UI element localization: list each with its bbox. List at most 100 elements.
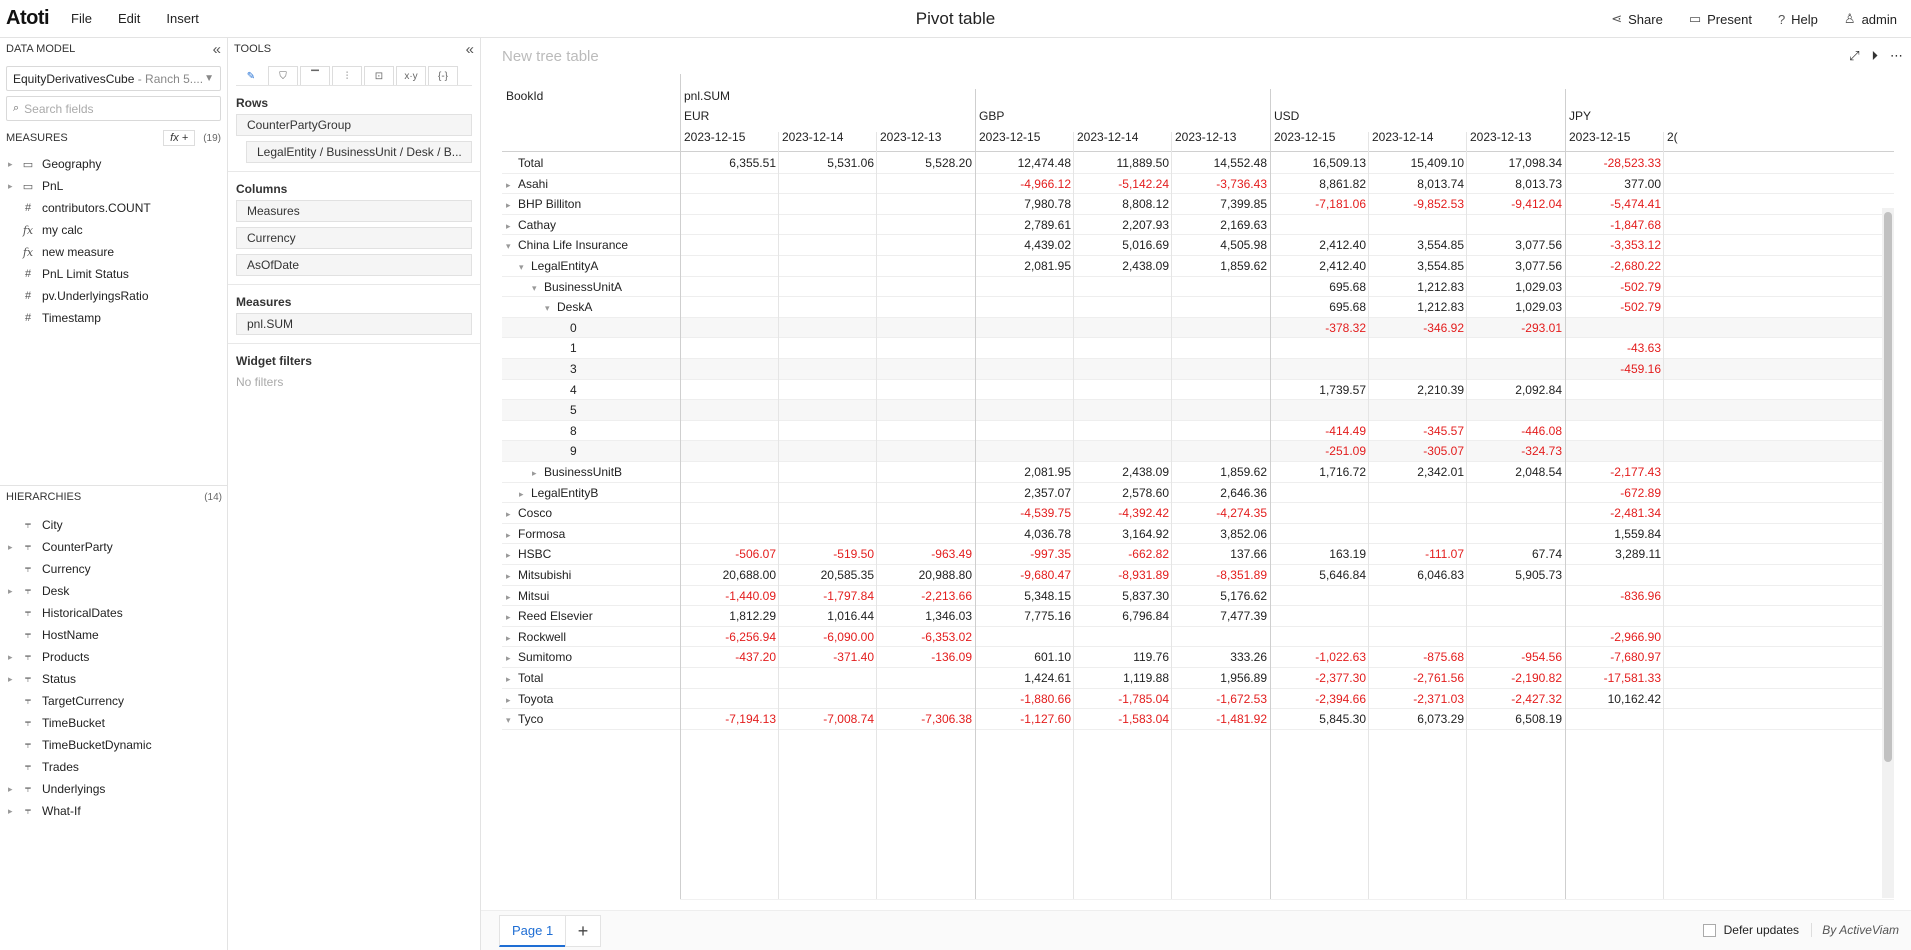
value-cell[interactable]: 2,646.36 xyxy=(1157,483,1267,504)
value-cell[interactable]: -7,008.74 xyxy=(764,709,874,730)
value-cell[interactable]: -875.68 xyxy=(1354,647,1464,668)
value-cell[interactable]: 14,552.48 xyxy=(1157,153,1267,174)
value-cell[interactable]: 1,212.83 xyxy=(1354,277,1464,298)
value-cell[interactable]: 137.66 xyxy=(1157,544,1267,565)
row-label[interactable]: ▸ Reed Elsevier xyxy=(506,606,593,627)
collapse-row-icon[interactable]: ▾ xyxy=(519,257,531,278)
date-header[interactable]: 2023-12-14 xyxy=(782,130,843,144)
value-cell[interactable]: 2,578.60 xyxy=(1059,483,1169,504)
vertical-scrollbar[interactable] xyxy=(1882,208,1894,898)
collapse-tools-icon[interactable]: « xyxy=(466,41,474,58)
widget-title[interactable]: New tree table xyxy=(502,48,599,65)
value-cell[interactable]: -17,581.33 xyxy=(1551,668,1661,689)
value-cell[interactable]: 5,016.69 xyxy=(1059,235,1169,256)
value-cell[interactable]: 3,077.56 xyxy=(1452,256,1562,277)
measure-item[interactable]: ▸ ▭ Geography xyxy=(0,153,227,175)
expand-row-icon[interactable]: ▸ xyxy=(506,648,518,669)
tool-tab-filter[interactable]: ⛉ xyxy=(268,66,298,85)
value-cell[interactable]: -2,190.82 xyxy=(1452,668,1562,689)
currency-header[interactable]: JPY xyxy=(1569,109,1591,123)
value-cell[interactable]: -6,353.02 xyxy=(862,627,972,648)
value-cell[interactable]: 7,980.78 xyxy=(961,194,1071,215)
value-cell[interactable]: 4,505.98 xyxy=(1157,235,1267,256)
value-cell[interactable]: -506.07 xyxy=(666,544,776,565)
measure-item[interactable]: ▸ ▭ PnL xyxy=(0,175,227,197)
row-label[interactable]: ▸ Formosa xyxy=(506,524,565,545)
expand-row-icon[interactable]: ▸ xyxy=(506,628,518,649)
value-cell[interactable]: 2,092.84 xyxy=(1452,380,1562,401)
value-cell[interactable]: -4,392.42 xyxy=(1059,503,1169,524)
value-cell[interactable]: -293.01 xyxy=(1452,318,1562,339)
row-label[interactable]: ▸ Rockwell xyxy=(506,627,566,648)
value-cell[interactable]: 2,169.63 xyxy=(1157,215,1267,236)
value-cell[interactable]: -446.08 xyxy=(1452,421,1562,442)
expand-row-icon[interactable]: ▸ xyxy=(519,484,531,505)
row-label[interactable]: ▾ LegalEntityA xyxy=(519,256,598,277)
value-cell[interactable]: 3,289.11 xyxy=(1551,544,1661,565)
hierarchy-item[interactable]: ⫧ HostName xyxy=(0,624,228,646)
row-label[interactable]: ▸ BusinessUnitB xyxy=(532,462,622,483)
caret-right-icon[interactable]: ▸ xyxy=(8,181,20,192)
tool-tab-sliders[interactable]: ⫶ xyxy=(332,66,362,85)
value-cell[interactable]: 7,775.16 xyxy=(961,606,1071,627)
value-cell[interactable]: 2,210.39 xyxy=(1354,380,1464,401)
rows-chip-legalentity-path[interactable]: LegalEntity / BusinessUnit / Desk / B... xyxy=(246,141,472,163)
currency-header[interactable]: GBP xyxy=(979,109,1004,123)
tool-tab-pencil[interactable]: ✎ xyxy=(236,66,266,85)
value-cell[interactable]: -1,785.04 xyxy=(1059,689,1169,710)
tool-tab-formula[interactable]: ⊡ xyxy=(364,66,394,85)
value-cell[interactable]: 16,509.13 xyxy=(1256,153,1366,174)
expand-row-icon[interactable]: ▸ xyxy=(506,525,518,546)
columns-chip-asofdate[interactable]: AsOfDate xyxy=(236,254,472,276)
row-label[interactable]: ▾ China Life Insurance xyxy=(506,235,628,256)
hierarchy-item[interactable]: ▸ ⫧ Underlyings xyxy=(0,778,228,800)
caret-right-icon[interactable]: ▸ xyxy=(8,674,20,685)
value-cell[interactable]: -437.20 xyxy=(666,647,776,668)
collapse-row-icon[interactable]: ▾ xyxy=(545,298,557,319)
measure-item[interactable]: # pv.UnderlyingsRatio xyxy=(0,285,227,307)
value-cell[interactable]: -2,966.90 xyxy=(1551,627,1661,648)
user-menu-button[interactable]: ♙ admin xyxy=(1844,11,1897,27)
value-cell[interactable]: 1,346.03 xyxy=(862,606,972,627)
row-label[interactable]: ▸ Cathay xyxy=(506,215,556,236)
value-cell[interactable]: 5,905.73 xyxy=(1452,565,1562,586)
value-cell[interactable]: 7,399.85 xyxy=(1157,194,1267,215)
value-cell[interactable]: -251.09 xyxy=(1256,441,1366,462)
currency-header[interactable]: USD xyxy=(1274,109,1299,123)
value-cell[interactable]: 3,554.85 xyxy=(1354,235,1464,256)
more-options-icon[interactable]: ⋯ xyxy=(1890,48,1903,64)
collapse-row-icon[interactable]: ▾ xyxy=(506,236,518,257)
value-cell[interactable]: -662.82 xyxy=(1059,544,1169,565)
hierarchy-item[interactable]: ⫧ City xyxy=(0,514,228,536)
hierarchy-item[interactable]: ▸ ⫧ What-If xyxy=(0,800,228,822)
value-cell[interactable]: 2,412.40 xyxy=(1256,256,1366,277)
date-header[interactable]: 2( xyxy=(1667,130,1678,144)
value-cell[interactable]: -2,371.03 xyxy=(1354,689,1464,710)
caret-right-icon[interactable]: ▸ xyxy=(8,586,20,597)
hierarchy-item[interactable]: ▸ ⫧ Products xyxy=(0,646,228,668)
value-cell[interactable]: 67.74 xyxy=(1452,544,1562,565)
value-cell[interactable]: -7,680.97 xyxy=(1551,647,1661,668)
value-cell[interactable]: -4,539.75 xyxy=(961,503,1071,524)
tool-tab-paint-roller[interactable]: ▔ xyxy=(300,66,330,85)
value-cell[interactable]: 1,812.29 xyxy=(666,606,776,627)
value-cell[interactable]: 6,046.83 xyxy=(1354,565,1464,586)
row-label[interactable]: ▸ Mitsui xyxy=(506,586,549,607)
tool-tab-braces[interactable]: {-} xyxy=(428,66,458,85)
measure-item[interactable]: fx new measure xyxy=(0,241,227,263)
value-cell[interactable]: 17,098.34 xyxy=(1452,153,1562,174)
expand-row-icon[interactable]: ▸ xyxy=(506,504,518,525)
value-cell[interactable]: -6,090.00 xyxy=(764,627,874,648)
value-cell[interactable]: 119.76 xyxy=(1059,647,1169,668)
expand-row-icon[interactable]: ▸ xyxy=(506,175,518,196)
value-cell[interactable]: -1,481.92 xyxy=(1157,709,1267,730)
value-cell[interactable]: -5,474.41 xyxy=(1551,194,1661,215)
value-cell[interactable]: 4,439.02 xyxy=(961,235,1071,256)
value-cell[interactable]: 8,808.12 xyxy=(1059,194,1169,215)
expand-row-icon[interactable]: ▸ xyxy=(506,607,518,628)
row-label[interactable]: ▸ Sumitomo xyxy=(506,647,572,668)
value-cell[interactable]: 5,845.30 xyxy=(1256,709,1366,730)
value-cell[interactable]: -7,194.13 xyxy=(666,709,776,730)
value-cell[interactable]: -7,181.06 xyxy=(1256,194,1366,215)
value-cell[interactable]: 1,212.83 xyxy=(1354,297,1464,318)
